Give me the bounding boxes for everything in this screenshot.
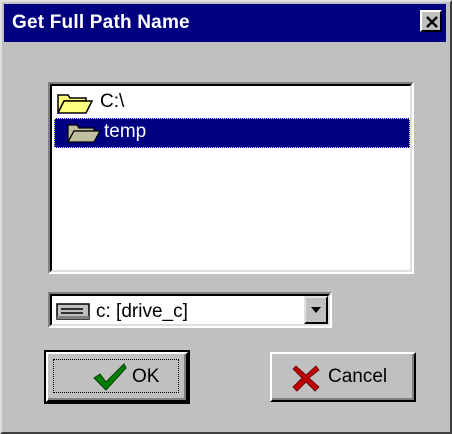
title-bar[interactable]: Get Full Path Name [4,4,446,42]
directory-item-label: temp [104,121,147,142]
open-folder-icon [56,91,96,121]
dialog-window: Get Full Path Name C:\ temp c: [drive_c]… [0,0,452,434]
drive-dropdown-button[interactable] [304,296,328,324]
close-icon [426,16,438,28]
close-button[interactable] [420,10,442,32]
window-title: Get Full Path Name [12,12,190,33]
open-folder-icon [66,121,102,151]
cancel-button-label: Cancel [328,366,388,387]
directory-item-root[interactable]: C:\ [54,88,410,118]
directory-item-temp[interactable]: temp [54,118,410,148]
directory-list[interactable]: C:\ temp [48,82,414,274]
chevron-down-icon [311,307,321,313]
directory-item-label: C:\ [100,91,125,112]
ok-button-label: OK [132,366,160,387]
cancel-button[interactable]: Cancel [270,352,416,402]
cancel-x-icon [292,364,320,398]
drive-select-value: c: [drive_c] [96,301,188,322]
checkmark-icon [92,362,128,398]
ok-button[interactable]: OK [44,350,190,404]
drive-select[interactable]: c: [drive_c] [48,292,332,328]
drive-icon [56,302,92,327]
